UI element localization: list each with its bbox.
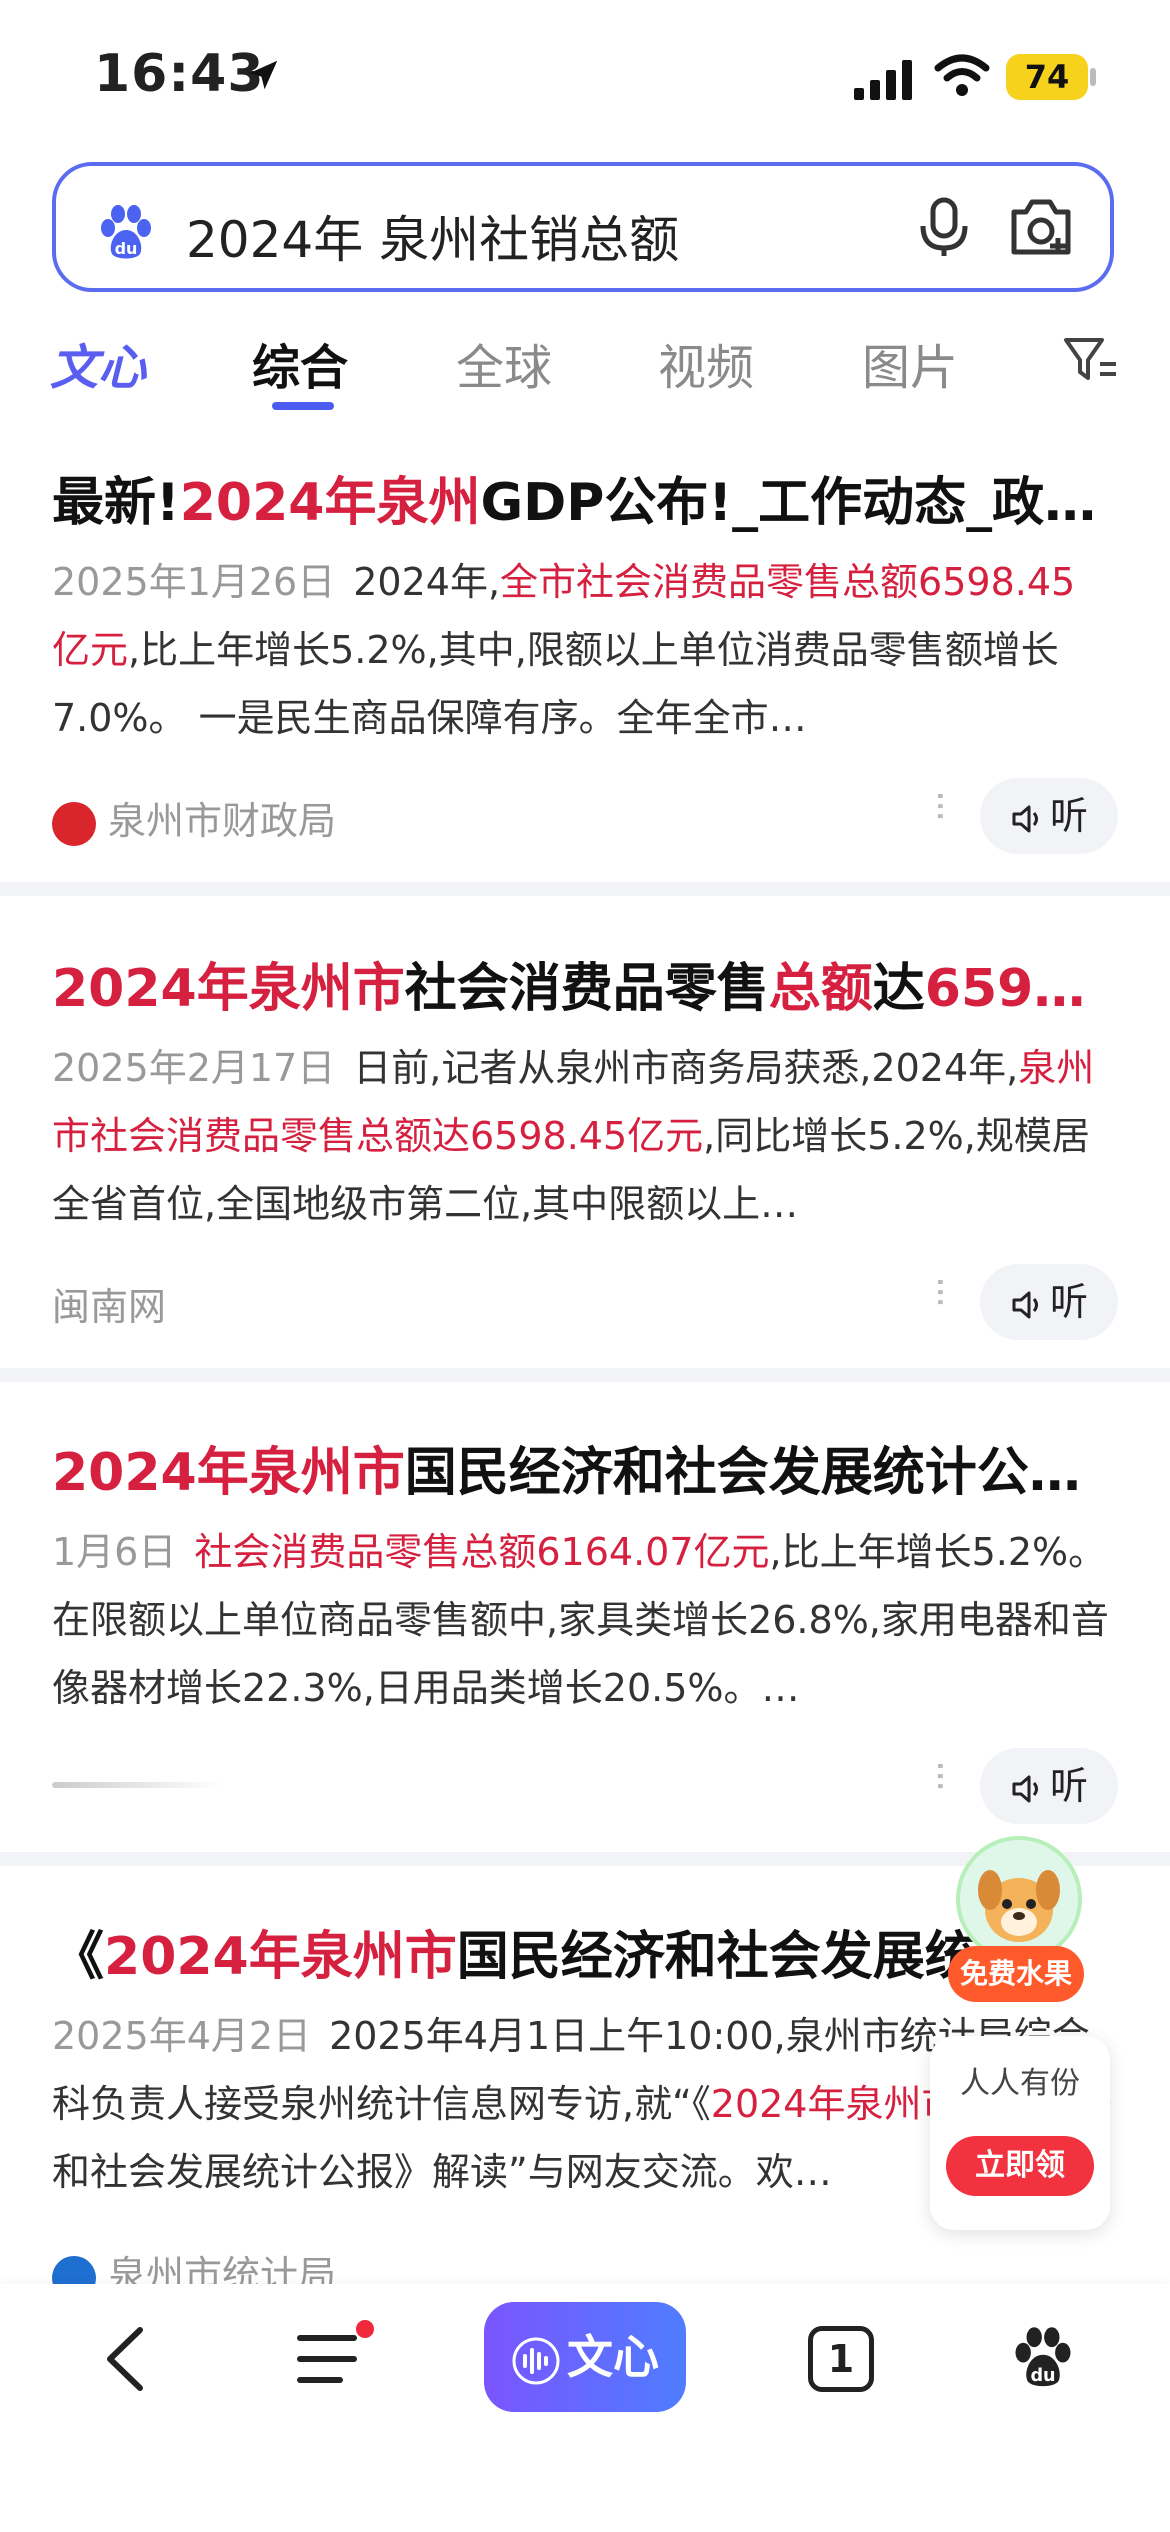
svg-text:du: du <box>1030 2366 1055 2386</box>
result-title[interactable]: 最新!2024年泉州GDP公布!_工作动态_政… <box>52 460 1112 535</box>
result-title[interactable]: 2024年泉州市国民经济和社会发展统计公… <box>52 1430 1112 1505</box>
search-result[interactable]: 最新!2024年泉州GDP公布!_工作动态_政… 2025年1月26日 2024年… <box>0 460 1170 880</box>
tab-images[interactable]: 图片 <box>862 328 958 398</box>
listen-button[interactable]: 听 <box>980 778 1118 854</box>
bottom-navigation: 文心 1 du <box>0 2284 1170 2532</box>
speaker-icon <box>1012 805 1038 832</box>
baidu-paw-icon[interactable]: du <box>1010 2324 1076 2390</box>
tab-global[interactable]: 全球 <box>456 328 552 398</box>
listen-button[interactable]: 听 <box>980 1748 1118 1824</box>
menu-icon[interactable] <box>296 2324 360 2394</box>
wifi-icon <box>934 54 990 96</box>
clock-time: 16:43 <box>94 44 265 104</box>
listen-button[interactable]: 听 <box>980 1264 1118 1340</box>
result-source[interactable]: 闽南网 <box>52 1276 166 1331</box>
active-tab-indicator <box>272 402 334 410</box>
result-date: 2025年4月2日 <box>52 2014 312 2058</box>
wenxin-assistant-button[interactable]: 文心 <box>484 2302 686 2412</box>
result-snippet: 1月6日 社会消费品零售总额6164.07亿元,比上年增长5.2%。在限额以上单位… <box>52 1530 1109 1710</box>
gift-card[interactable]: 人人有份 立即领 <box>930 2036 1110 2230</box>
baidu-paw-icon: du <box>101 205 151 259</box>
battery-level: 74 <box>1006 54 1088 100</box>
result-title[interactable]: 2024年泉州市社会消费品零售总额达659… <box>52 946 1112 1021</box>
tab-wenxin[interactable]: 文心 <box>50 328 146 398</box>
location-arrow-icon <box>248 60 278 90</box>
tab-count-button[interactable]: 1 <box>808 2326 874 2392</box>
tab-comprehensive[interactable]: 综合 <box>252 328 348 398</box>
free-fruit-float[interactable]: 免费水果 <box>948 1836 1088 2012</box>
speaker-icon <box>1012 1291 1038 1318</box>
result-snippet: 2025年2月17日 日前,记者从泉州市商务局获悉,2024年,泉州市社会消费品零… <box>52 1046 1095 1226</box>
emblem-icon <box>52 801 96 846</box>
result-date: 1月6日 <box>52 1530 177 1574</box>
claim-now-button[interactable]: 立即领 <box>946 2136 1094 2196</box>
filter-icon[interactable] <box>1062 334 1120 386</box>
cellular-signal-icon <box>854 60 912 100</box>
camera-search-icon[interactable] <box>1006 194 1076 260</box>
speaker-icon <box>1012 1775 1038 1802</box>
search-result[interactable]: 2024年泉州市国民经济和社会发展统计公… 1月6日 社会消费品零售总额6164.… <box>0 1430 1170 1850</box>
result-snippet: 2025年1月26日 2024年,全市社会消费品零售总额6598.45亿元,比上年… <box>52 560 1076 740</box>
gift-text: 人人有份 <box>960 2066 1080 2101</box>
voice-wave-icon <box>512 2337 560 2384</box>
search-box[interactable]: du 2024年 泉州社销总额 <box>52 162 1114 292</box>
back-arrow-icon[interactable] <box>100 2324 150 2394</box>
notification-dot <box>356 2320 374 2338</box>
more-options-icon[interactable]: ··· <box>918 1276 962 1306</box>
more-options-icon[interactable]: ··· <box>918 1760 962 1790</box>
search-tabs: 文心 综合 全球 视频 图片 <box>0 320 1170 420</box>
microphone-icon[interactable] <box>911 194 977 260</box>
status-bar: 16:43 74 <box>0 0 1170 150</box>
battery-tip <box>1090 68 1096 86</box>
svg-text:du: du <box>115 239 138 258</box>
puppy-mascot-icon <box>956 1836 1082 1962</box>
result-source-placeholder <box>52 1760 222 1804</box>
result-divider <box>0 1368 1170 1382</box>
result-date: 2025年1月26日 <box>52 560 336 604</box>
search-query[interactable]: 2024年 泉州社销总额 <box>186 200 679 272</box>
result-source[interactable]: 泉州市财政局 <box>52 790 336 846</box>
search-result[interactable]: 2024年泉州市社会消费品零售总额达659… 2025年2月17日 日前,记者从泉… <box>0 946 1170 1366</box>
tab-video[interactable]: 视频 <box>658 328 754 398</box>
result-date: 2025年2月17日 <box>52 1046 336 1090</box>
free-fruit-badge[interactable]: 免费水果 <box>948 1946 1084 2002</box>
result-divider <box>0 882 1170 896</box>
more-options-icon[interactable]: ··· <box>918 790 962 820</box>
